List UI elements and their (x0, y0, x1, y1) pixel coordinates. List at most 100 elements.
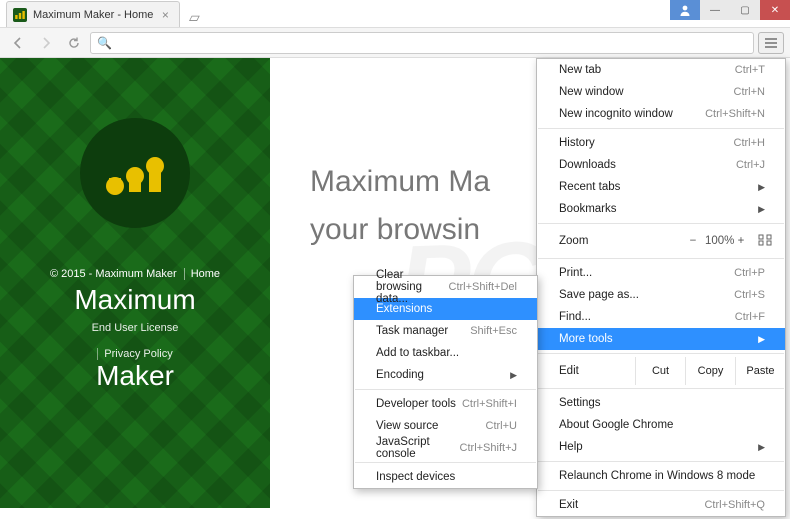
menu-item-label: View source (376, 420, 438, 432)
shortcut-text: Ctrl+Shift+I (462, 398, 517, 410)
menu-separator (538, 388, 784, 389)
shortcut-text: Ctrl+J (736, 159, 765, 171)
back-button[interactable] (6, 31, 30, 55)
eul-link[interactable]: End User License (0, 322, 270, 334)
browser-tab[interactable]: Maximum Maker - Home × (6, 1, 180, 27)
shortcut-text: Shift+Esc (470, 325, 517, 337)
submenu-arrow-icon: ▶ (758, 334, 765, 345)
submenu-arrow-icon: ▶ (758, 204, 765, 215)
shortcut-text: Ctrl+Shift+J (460, 442, 517, 454)
copyright-text: © 2015 - Maximum Maker Home (0, 268, 270, 280)
fullscreen-button[interactable] (753, 234, 777, 249)
close-button[interactable]: ✕ (760, 0, 790, 20)
copy-button[interactable]: Copy (685, 357, 735, 385)
menu-item-label: New window (559, 86, 624, 98)
menu-item-label: Task manager (376, 325, 448, 337)
user-button[interactable] (670, 0, 700, 20)
edit-label: Edit (537, 365, 635, 377)
window-controls: — ▢ ✕ (670, 0, 790, 20)
menu-item-label: Recent tabs (559, 181, 620, 193)
cut-button[interactable]: Cut (635, 357, 685, 385)
menu-item-label: Settings (559, 397, 601, 409)
paste-button[interactable]: Paste (735, 357, 785, 385)
menu-item[interactable]: Bookmarks ▶ (537, 198, 785, 220)
menu-item-label: Print... (559, 267, 592, 279)
submenu-item[interactable]: Add to taskbar... (354, 342, 537, 364)
menu-button[interactable] (758, 32, 784, 54)
menu-item[interactable]: Print... Ctrl+P (537, 262, 785, 284)
submenu-item[interactable]: Developer tools Ctrl+Shift+I (354, 393, 537, 415)
new-tab-button[interactable]: ▱ (184, 9, 204, 25)
menu-item[interactable]: New tab Ctrl+T (537, 59, 785, 81)
submenu-arrow-icon: ▶ (510, 370, 517, 381)
menu-item[interactable]: Relaunch Chrome in Windows 8 mode (537, 465, 785, 487)
page-sidebar: © 2015 - Maximum Maker Home Maximum End … (0, 58, 270, 508)
shortcut-text: Ctrl+H (734, 137, 765, 149)
zoom-label: Zoom (559, 235, 681, 247)
privacy-link[interactable]: Privacy Policy (97, 348, 172, 360)
menu-item[interactable]: More tools▶ (537, 328, 785, 350)
menu-item[interactable]: New window Ctrl+N (537, 81, 785, 103)
menu-item-label: New tab (559, 64, 601, 76)
home-link[interactable]: Home (184, 268, 220, 280)
submenu-item[interactable]: Encoding▶ (354, 364, 537, 386)
forward-button[interactable] (34, 31, 58, 55)
tab-title: Maximum Maker - Home (33, 9, 153, 21)
shortcut-text: Ctrl+F (735, 311, 765, 323)
shortcut-text: Ctrl+T (735, 64, 765, 76)
shortcut-text: Ctrl+Shift+Del (449, 281, 517, 293)
maximize-button[interactable]: ▢ (730, 0, 760, 20)
menu-item[interactable]: History Ctrl+H (537, 132, 785, 154)
menu-edit-row: EditCutCopyPaste (537, 357, 785, 385)
menu-item-label: Developer tools (376, 398, 456, 410)
minimize-button[interactable]: — (700, 0, 730, 20)
menu-separator (538, 353, 784, 354)
menu-item-label: Add to taskbar... (376, 347, 459, 359)
menu-separator (538, 461, 784, 462)
submenu-item[interactable]: JavaScript consoleCtrl+Shift+J (354, 437, 537, 459)
menu-item[interactable]: ExitCtrl+Shift+Q (537, 494, 785, 516)
zoom-out-button[interactable]: − (681, 235, 705, 247)
menu-item-label: Exit (559, 499, 578, 511)
submenu-arrow-icon: ▶ (758, 442, 765, 453)
shortcut-text: Ctrl+N (734, 86, 765, 98)
window-titlebar: Maximum Maker - Home × ▱ — ▢ ✕ (0, 0, 790, 28)
menu-item[interactable]: About Google Chrome (537, 414, 785, 436)
menu-item[interactable]: Downloads Ctrl+J (537, 154, 785, 176)
chrome-menu: New tab Ctrl+T New window Ctrl+N New incogni… (536, 58, 786, 517)
zoom-in-button[interactable]: + (729, 235, 753, 247)
tab-close-icon[interactable]: × (159, 9, 171, 21)
brand-text-1: Maximum (0, 284, 270, 316)
submenu-arrow-icon: ▶ (758, 182, 765, 193)
shortcut-text: Ctrl+Shift+N (705, 108, 765, 120)
shortcut-text: Ctrl+S (734, 289, 765, 301)
menu-item[interactable]: Recent tabs ▶ (537, 176, 785, 198)
menu-item-label: Extensions (376, 303, 432, 315)
menu-item-label: Clear browsing data... (376, 269, 449, 305)
menu-item-label: Inspect devices (376, 471, 455, 483)
zoom-value: 100% (705, 235, 729, 247)
submenu-item[interactable]: Clear browsing data...Ctrl+Shift+Del (354, 276, 537, 298)
submenu-item[interactable]: View source Ctrl+U (354, 415, 537, 437)
menu-item[interactable]: New incognito windowCtrl+Shift+N (537, 103, 785, 125)
brand-text-2: Maker (0, 360, 270, 392)
menu-item-label: Bookmarks (559, 203, 617, 215)
menu-item[interactable]: Settings (537, 392, 785, 414)
submenu-separator (355, 462, 536, 463)
submenu-item[interactable]: Inspect devices (354, 466, 537, 488)
menu-item-label: Downloads (559, 159, 616, 171)
browser-toolbar: 🔍 (0, 28, 790, 58)
submenu-separator (355, 389, 536, 390)
menu-item[interactable]: Help▶ (537, 436, 785, 458)
menu-item-label: History (559, 137, 595, 149)
menu-item[interactable]: Save page as... Ctrl+S (537, 284, 785, 306)
menu-item-label: Find... (559, 311, 591, 323)
address-bar[interactable]: 🔍 (90, 32, 754, 54)
reload-button[interactable] (62, 31, 86, 55)
search-icon: 🔍 (97, 36, 112, 50)
menu-item[interactable]: Find... Ctrl+F (537, 306, 785, 328)
submenu-item[interactable]: Task manager Shift+Esc (354, 320, 537, 342)
menu-item-label: Save page as... (559, 289, 639, 301)
shortcut-text: Ctrl+U (486, 420, 517, 432)
shortcut-text: Ctrl+P (734, 267, 765, 279)
